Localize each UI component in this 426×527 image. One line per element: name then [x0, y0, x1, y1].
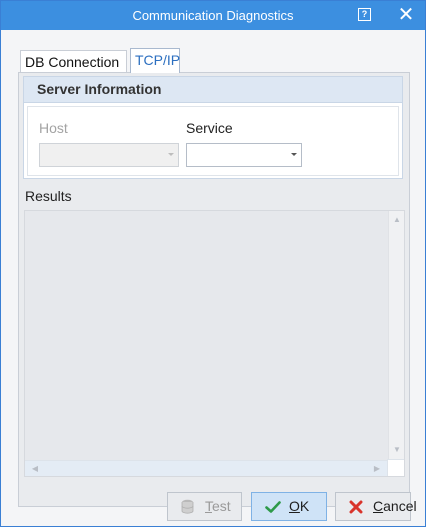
- scroll-up-icon[interactable]: ▲: [390, 213, 404, 227]
- vertical-scrollbar[interactable]: ▲ ▼: [388, 211, 404, 459]
- host-label: Host: [39, 120, 68, 136]
- cancel-button[interactable]: Cancel: [335, 492, 417, 523]
- server-information-header: Server Information: [24, 77, 402, 103]
- checkmark-icon: [265, 493, 281, 523]
- results-label: Results: [25, 188, 72, 204]
- test-button[interactable]: Test: [167, 492, 242, 521]
- chevron-down-icon: [168, 153, 174, 156]
- scroll-left-icon[interactable]: ◀: [28, 462, 42, 476]
- ok-button[interactable]: OK: [251, 492, 327, 521]
- horizontal-scrollbar[interactable]: ◀ ▶: [25, 460, 388, 476]
- tab-panel-tcp-ip: Server Information Host Service Results: [18, 72, 410, 507]
- dialog-body: DB Connection TCP/IP Server Information …: [1, 30, 425, 526]
- close-icon[interactable]: ✕: [394, 3, 418, 27]
- ok-label: OK: [289, 498, 310, 514]
- server-information-content: Host Service: [27, 106, 399, 176]
- service-combobox[interactable]: [186, 143, 302, 167]
- scroll-down-icon[interactable]: ▼: [390, 443, 404, 457]
- server-information-group: Server Information Host Service: [23, 76, 403, 179]
- tab-tcp-ip[interactable]: TCP/IP: [130, 48, 180, 73]
- chevron-down-icon[interactable]: [291, 153, 297, 156]
- scroll-right-icon[interactable]: ▶: [370, 462, 384, 476]
- title-bar[interactable]: Communication Diagnostics ? ✕: [1, 1, 425, 30]
- x-icon: [349, 493, 363, 523]
- cancel-label: Cancel: [373, 498, 417, 514]
- tab-db-connection[interactable]: DB Connection: [20, 50, 127, 74]
- scrollbar-corner: [387, 459, 404, 476]
- results-textarea[interactable]: ▲ ▼ ◀ ▶: [24, 210, 405, 477]
- service-label: Service: [186, 120, 233, 136]
- help-icon[interactable]: ?: [358, 8, 371, 21]
- host-combobox: [39, 143, 179, 167]
- database-icon: [181, 493, 194, 524]
- test-label: Test: [205, 498, 231, 514]
- dialog-window: Communication Diagnostics ? ✕ DB Connect…: [0, 0, 426, 527]
